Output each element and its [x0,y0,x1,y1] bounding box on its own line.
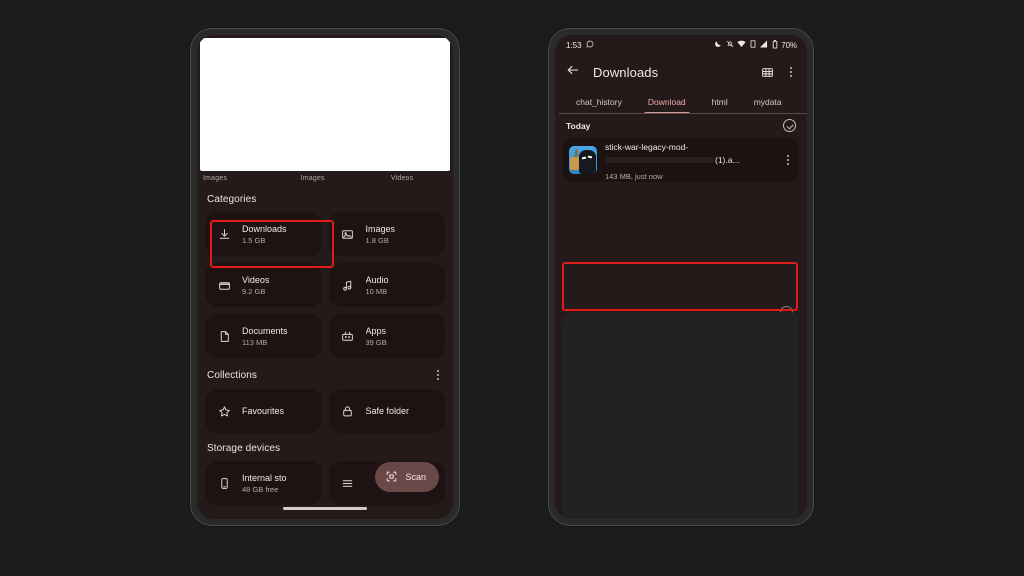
audio-icon [337,274,359,296]
collections-section-header: Collections [205,358,445,389]
file-meta: 143 MB, just now [605,171,663,181]
sim-icon [750,40,756,50]
files-app-downloads: 1:53 70% Downloads chat_history Download… [555,35,807,519]
scan-label: Scan [405,472,426,482]
status-time: 1:53 [566,40,582,50]
tab-download[interactable]: Download [635,89,699,114]
file-name-line-1: stick-war-legacy-mod- [605,141,689,152]
category-size: 1.8 GB [365,235,389,245]
notifications-off-icon [726,40,734,50]
categories-section-header: Categories [205,184,445,212]
scan-fab-button[interactable]: Scan [375,462,439,492]
tab-html[interactable]: html [699,89,741,114]
storage-devices-section-header: Storage devices [205,433,445,461]
category-name: Apps [365,325,387,336]
storage-size: 48 GB free [242,484,279,494]
screenshot-stage: Images Images Videos Categories Download… [0,0,1024,576]
battery-icon [772,39,778,51]
signal-icon [759,40,768,50]
carousel-labels: Images Images Videos [197,171,453,184]
video-icon [213,274,235,296]
more-vertical-icon[interactable] [433,368,443,382]
battery-percent: 70% [781,40,797,50]
check-circle-icon[interactable] [783,119,796,132]
right-phone-frame: 1:53 70% Downloads chat_history Download… [548,28,814,526]
highlight-box-download-item [562,262,798,311]
categories-title: Categories [207,194,257,205]
tab-mydata[interactable]: mydata [741,89,795,114]
left-phone-screen: Images Images Videos Categories Download… [197,35,453,519]
category-tile-videos[interactable]: Videos 9.2 GB [205,263,322,307]
category-size: 113 MB [242,337,268,347]
more-vertical-icon[interactable] [783,153,793,167]
collection-name: Favourites [242,406,285,416]
category-tile-downloads[interactable]: Downloads 1.5 GB [205,212,322,256]
image-icon [337,223,359,245]
list-icon [337,472,359,494]
category-name: Images [365,223,396,234]
storage-tile-internal[interactable]: Internal sto 48 GB free [205,461,322,505]
category-tile-images[interactable]: Images 1.8 GB [328,212,445,256]
scan-icon [385,470,405,485]
storage-devices-title: Storage devices [207,443,281,454]
collection-name: Safe folder [365,406,410,416]
do-not-disturb-icon [714,40,722,50]
whatsapp-icon [586,40,594,50]
list-group-header: Today [555,114,807,136]
document-icon [213,325,235,347]
category-name: Downloads [242,223,287,234]
next-list-item-partial[interactable] [563,312,799,519]
file-name-line-2: (1).a... [605,155,781,166]
categories-grid: Downloads 1.5 GB Images 1.8 GB Videos 9.… [205,212,445,358]
category-size: 1.5 GB [242,235,266,245]
carousel-label-2: Images [300,175,325,182]
collection-tile-safe-folder[interactable]: Safe folder [328,389,445,433]
download-list-item[interactable]: stick-war-legacy-mod- (1).a... 143 MB, j… [563,138,799,182]
status-bar-left: 1:53 [566,40,594,50]
lock-icon [337,400,359,422]
category-name: Videos [242,274,270,285]
folder-tabs[interactable]: chat_history Download html mydata [555,89,807,114]
grid-view-icon[interactable] [761,66,774,79]
category-size: 39 GB [365,337,387,347]
app-bar: Downloads [555,55,807,89]
collection-tile-favourites[interactable]: Favourites [205,389,322,433]
carousel-label-3: Videos [390,175,414,182]
right-phone-screen: 1:53 70% Downloads chat_history Download… [555,35,807,519]
tab-clipped-left[interactable] [555,89,563,114]
category-size: 9.2 GB [242,286,266,296]
collections-grid: Favourites Safe folder [205,389,445,433]
left-phone-frame: Images Images Videos Categories Download… [190,28,460,526]
category-tile-audio[interactable]: Audio 10 MB [328,263,445,307]
status-bar-right: 70% [714,39,797,51]
redacted-text-bar [605,157,713,163]
wifi-icon [737,40,746,50]
back-arrow-icon[interactable] [566,63,580,82]
star-icon [213,400,235,422]
group-label: Today [566,120,591,131]
category-name: Audio [365,274,389,285]
collections-title: Collections [207,369,258,381]
status-bar: 1:53 70% [555,35,807,55]
files-app-home: Images Images Videos Categories Download… [197,35,453,519]
more-vertical-icon[interactable] [786,65,796,79]
phone-icon [213,472,235,494]
category-name: Documents [242,325,288,336]
category-tile-documents[interactable]: Documents 113 MB [205,314,322,358]
downloads-list[interactable]: Today stick-war-legacy-mod- (1).a... 143… [555,114,807,519]
category-size: 10 MB [365,286,388,296]
stick-war-app-icon [569,146,597,174]
home-indicator [283,507,367,510]
download-item-text: stick-war-legacy-mod- (1).a... 143 MB, j… [605,137,783,184]
apps-icon [337,325,359,347]
download-icon [213,223,235,245]
recent-files-carousel[interactable] [200,38,450,171]
tab-chat-history[interactable]: chat_history [563,89,635,114]
carousel-label-1: Images [203,175,228,182]
category-tile-apps[interactable]: Apps 39 GB [328,314,445,358]
storage-name: Internal sto [242,472,287,483]
page-title: Downloads [593,64,659,80]
file-name-tail: (1).a... [715,154,740,165]
